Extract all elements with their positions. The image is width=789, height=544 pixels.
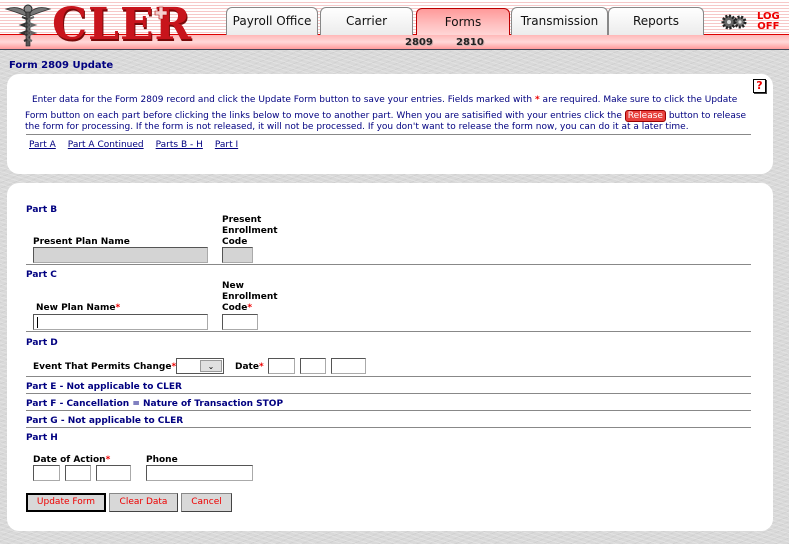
settings-gears-icon[interactable] — [720, 12, 748, 32]
divider — [26, 134, 751, 135]
subtab-2809[interactable]: 2809 — [405, 37, 433, 48]
label-line: Enrollment — [222, 292, 278, 302]
label-line: New — [222, 281, 244, 291]
part-d-heading: Part D — [26, 338, 58, 348]
tab-payroll-office[interactable]: Payroll Office — [226, 7, 318, 35]
present-plan-name-input — [33, 247, 208, 263]
part-h-heading: Part H — [26, 433, 58, 443]
clear-data-button[interactable]: Clear Data — [109, 493, 178, 512]
required-marker: * — [247, 303, 253, 313]
divider — [26, 427, 751, 428]
logo-text: CLER — [52, 0, 193, 50]
label-text: Date of Action — [33, 455, 106, 465]
cler-logo: CLER — [4, 2, 192, 48]
intro-line1-b: are required. Make sure to click the Upd… — [539, 95, 738, 105]
instructions-text: Enter data for the Form 2809 record and … — [25, 95, 765, 133]
divider — [26, 376, 751, 377]
intro-line1-a: Enter data for the Form 2809 record and … — [32, 95, 535, 105]
part-b-heading: Part B — [26, 205, 58, 215]
link-parts-b-h[interactable]: Parts B - H — [156, 140, 203, 150]
caduceus-icon — [4, 4, 52, 47]
intro-line3: the form for processing. If the form is … — [25, 122, 689, 132]
new-plan-name-input[interactable] — [33, 314, 208, 330]
intro-line2-b: button to release — [665, 111, 747, 121]
intro-line2-a: Form button on each part before clicking… — [25, 111, 625, 121]
date-year-input[interactable] — [331, 358, 366, 374]
cancel-button[interactable]: Cancel — [181, 493, 232, 512]
logoff-line2: OFF — [757, 21, 780, 32]
new-enrollment-code-label: New Enrollment Code* — [222, 281, 278, 314]
divider — [26, 264, 751, 265]
tab-reports[interactable]: Reports — [608, 7, 704, 35]
medical-cross-icon — [154, 6, 168, 20]
text-cursor — [37, 317, 38, 328]
tab-carrier[interactable]: Carrier — [320, 7, 413, 35]
part-c-heading: Part C — [26, 270, 57, 280]
part-f-heading: Part F - Cancellation = Nature of Transa… — [26, 399, 284, 409]
event-permits-change-select[interactable]: ⌄ — [176, 358, 224, 374]
new-plan-name-label: New Plan Name* — [36, 303, 120, 314]
present-enrollment-code-label: Present Enrollment Code — [222, 215, 278, 248]
divider — [26, 410, 751, 411]
release-button-sample: Release — [624, 110, 666, 122]
divider — [26, 331, 751, 332]
required-marker: * — [115, 303, 121, 313]
event-permits-change-label: Event That Permits Change* — [33, 362, 176, 373]
required-marker: * — [258, 362, 264, 372]
action-date-day-input[interactable] — [65, 465, 91, 481]
date-day-input[interactable] — [300, 358, 326, 374]
present-enrollment-code-input — [222, 247, 253, 263]
action-date-month-input[interactable] — [33, 465, 60, 481]
label-text: New Plan Name — [36, 303, 116, 313]
link-part-i[interactable]: Part I — [215, 140, 238, 150]
subtab-2810[interactable]: 2810 — [456, 37, 484, 48]
date-month-input[interactable] — [268, 358, 295, 374]
divider — [26, 393, 751, 394]
label-text: Event That Permits Change — [33, 362, 172, 372]
part-links: Part A Part A Continued Parts B - H Part… — [29, 140, 238, 150]
update-form-button[interactable]: Update Form — [26, 493, 106, 512]
page-title: Form 2809 Update — [9, 60, 114, 71]
help-icon[interactable]: ? — [753, 79, 766, 93]
phone-input[interactable] — [146, 465, 253, 481]
action-date-year-input[interactable] — [96, 465, 131, 481]
chevron-down-icon[interactable]: ⌄ — [200, 360, 222, 372]
link-part-a-continued[interactable]: Part A Continued — [68, 140, 144, 150]
part-g-heading: Part G - Not applicable to CLER — [26, 416, 184, 426]
required-marker: * — [105, 455, 111, 465]
date-label: Date* — [235, 362, 264, 373]
label-line: Code — [222, 303, 248, 313]
tab-forms[interactable]: Forms — [416, 8, 510, 35]
label-line: Present — [222, 215, 262, 225]
label-text: Date — [235, 362, 259, 372]
logoff-button[interactable]: LOG OFF — [757, 12, 780, 32]
label-line: Enrollment — [222, 226, 278, 236]
link-part-a[interactable]: Part A — [29, 140, 56, 150]
part-e-heading: Part E - Not applicable to CLER — [26, 382, 182, 392]
new-enrollment-code-input[interactable] — [222, 314, 258, 330]
tab-transmission[interactable]: Transmission — [511, 7, 608, 35]
